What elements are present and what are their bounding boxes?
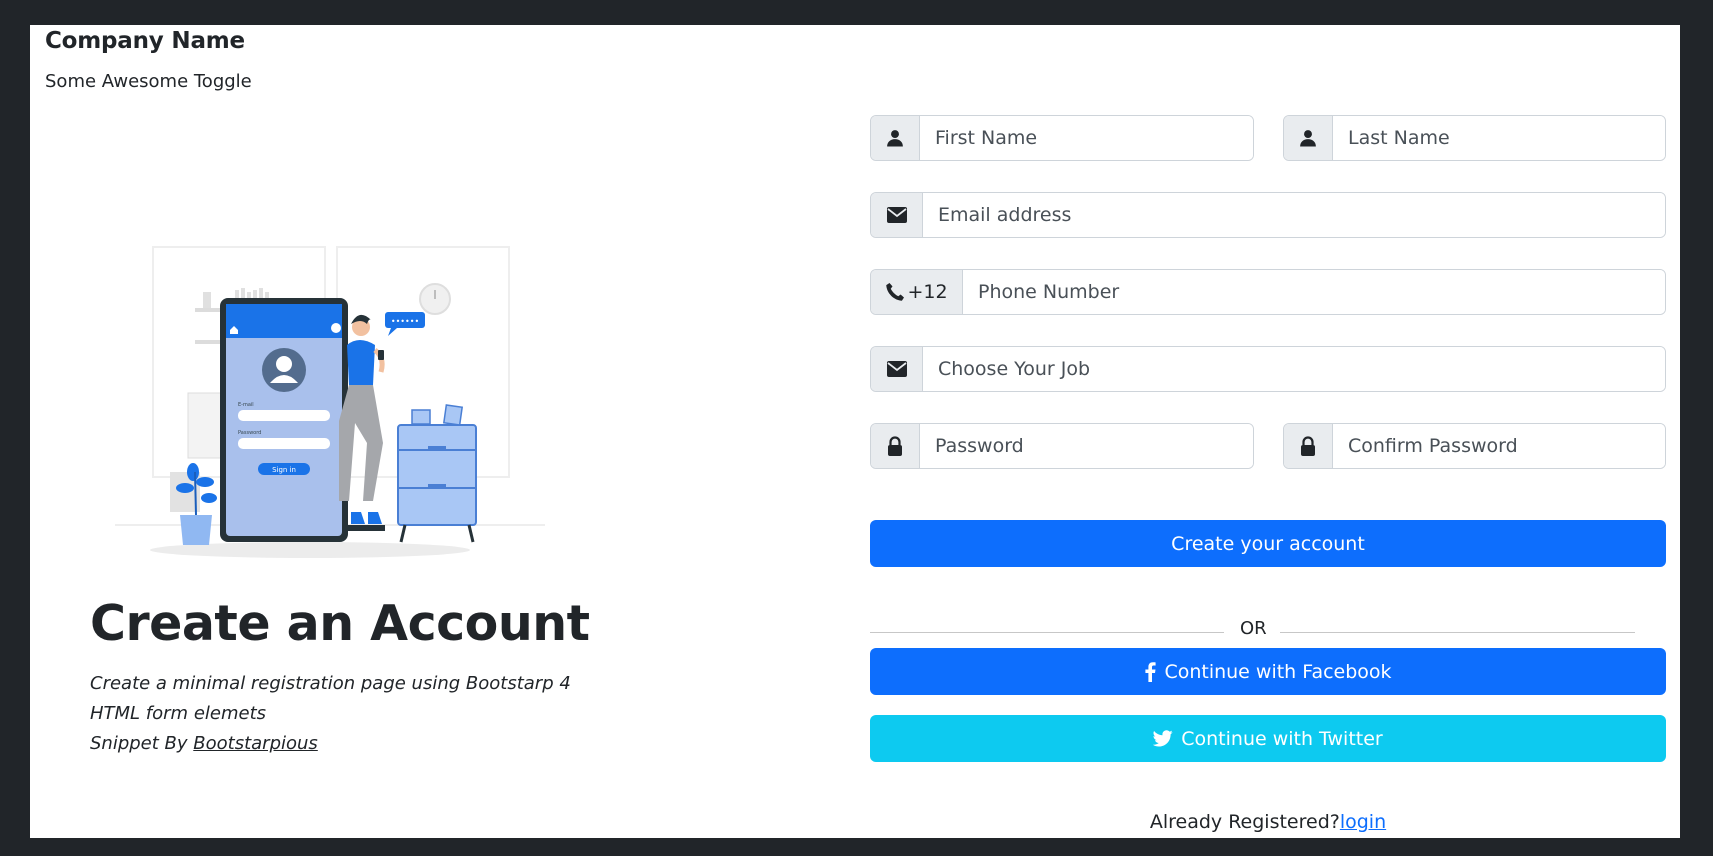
user-icon	[1284, 116, 1333, 160]
phone-input[interactable]	[963, 270, 1665, 314]
lock-icon	[871, 424, 920, 468]
facebook-button[interactable]: Continue with Facebook	[870, 648, 1666, 695]
first-name-input[interactable]	[920, 116, 1253, 160]
twitter-icon	[1153, 730, 1173, 747]
password-group	[870, 423, 1254, 469]
hero-description: Create a minimal registration page using…	[90, 669, 571, 759]
envelope-icon	[871, 193, 923, 237]
divider-line-left	[870, 632, 1224, 633]
job-group	[870, 346, 1666, 392]
already-registered-text: Already Registered?	[1149, 811, 1340, 833]
job-select[interactable]	[923, 347, 1665, 391]
illus-email-label: E-mail	[238, 402, 254, 408]
phone-country-code: +12	[907, 281, 948, 303]
create-account-button[interactable]: Create your account	[870, 520, 1666, 567]
page-title: Create an Account	[90, 595, 590, 652]
twitter-label: Continue with Twitter	[1181, 727, 1383, 750]
twitter-button[interactable]: Continue with Twitter	[870, 715, 1666, 762]
last-name-input[interactable]	[1333, 116, 1665, 160]
brand-name[interactable]: Company Name	[45, 28, 245, 54]
email-input[interactable]	[923, 193, 1665, 237]
or-label: OR	[1240, 618, 1267, 639]
hero-credit-prefix: Snippet By	[90, 733, 194, 754]
navbar-toggle[interactable]: Some Awesome Toggle	[45, 71, 252, 92]
registration-illustration: E-mail Password Sign in ••••••	[115, 246, 545, 558]
phone-icon	[886, 283, 905, 301]
credit-link[interactable]: Bootstarpious	[193, 733, 318, 754]
envelope-icon	[871, 347, 923, 391]
confirm-password-group	[1283, 423, 1666, 469]
phone-group: +12	[870, 269, 1666, 315]
page-card: Company Name Some Awesome Toggle E-mail …	[30, 25, 1680, 838]
divider-line-right	[1280, 632, 1635, 633]
or-divider: OR	[870, 613, 1640, 643]
facebook-label: Continue with Facebook	[1164, 660, 1392, 683]
confirm-password-input[interactable]	[1333, 424, 1665, 468]
first-name-group	[870, 115, 1254, 161]
illus-signin-label: Sign in	[272, 466, 296, 474]
create-account-label: Create your account	[1171, 532, 1365, 555]
lock-icon	[1284, 424, 1333, 468]
email-group	[870, 192, 1666, 238]
hero-line-3: Snippet By Bootstarpious	[90, 729, 571, 759]
password-input[interactable]	[920, 424, 1253, 468]
facebook-icon	[1145, 661, 1157, 682]
hero-line-1: Create a minimal registration page using…	[90, 673, 571, 694]
user-icon	[871, 116, 920, 160]
hero-line-2: HTML form elemets	[90, 703, 267, 724]
login-prompt: Already Registered?login	[870, 811, 1666, 833]
login-link[interactable]: login	[1340, 811, 1386, 833]
illus-password-label: Password	[238, 430, 261, 436]
phone-code-addon: +12	[871, 270, 963, 314]
illus-bubble-text: ••••••	[391, 317, 419, 326]
last-name-group	[1283, 115, 1666, 161]
